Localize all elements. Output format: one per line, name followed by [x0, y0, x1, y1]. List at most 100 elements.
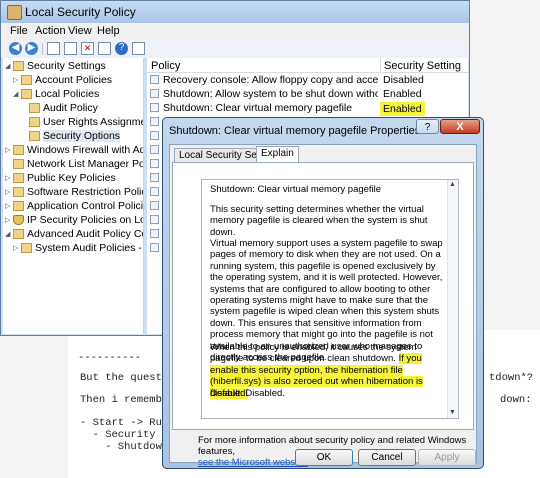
window-title: Local Security Policy [25, 5, 136, 19]
tree-item-security-settings[interactable]: ◢ Security Settings [5, 60, 106, 74]
policy-name: Recovery console: Allow floppy copy and … [163, 74, 378, 86]
collapsed-arrow-icon[interactable]: ▷ [13, 76, 21, 84]
tree-item-network-list-manager[interactable]: Network List Manager Polici [13, 158, 143, 172]
folder-icon [29, 131, 40, 142]
folder-icon [13, 187, 24, 198]
show-hide-tree-icon[interactable] [64, 42, 77, 55]
policy-name: Shutdown: Allow system to be shut down w… [163, 88, 378, 100]
window-titlebar[interactable]: Local Security Policy [1, 1, 469, 23]
policy-icon [150, 145, 159, 154]
tree-item-user-rights-assignment[interactable]: User Rights Assignment [29, 116, 143, 130]
explain-tab-panel: Shutdown: Clear virtual memory pagefile … [172, 162, 474, 430]
tree-item-software-restriction[interactable]: ▷Software Restriction Policies [5, 186, 143, 200]
back-icon[interactable]: ◀ [9, 42, 22, 55]
menu-view[interactable]: View [68, 25, 92, 37]
shield-icon [13, 215, 24, 226]
policy-icon [150, 243, 159, 252]
policy-icon [150, 159, 159, 168]
folder-icon [13, 61, 24, 72]
collapsed-arrow-icon[interactable]: ▷ [5, 174, 13, 182]
collapsed-arrow-icon[interactable]: ▷ [5, 188, 13, 196]
ok-button[interactable]: OK [295, 449, 353, 466]
explain-default: Default: Disabled. [210, 388, 285, 399]
menu-file[interactable]: File [10, 25, 28, 37]
up-folder-icon[interactable] [47, 42, 60, 55]
tree-item-windows-firewall[interactable]: ▷ Windows Firewall with Adva [5, 144, 143, 158]
microsoft-website-link[interactable]: see the Microsoft website. [198, 457, 308, 468]
policy-icon [150, 75, 159, 84]
expanded-arrow-icon[interactable]: ◢ [13, 90, 21, 98]
folder-icon [13, 145, 24, 156]
scroll-down-icon[interactable]: ▼ [449, 409, 456, 416]
policy-icon [150, 201, 159, 210]
tree-item-ip-security[interactable]: ▷IP Security Policies on Local [5, 214, 143, 228]
tab-explain[interactable]: Explain [256, 146, 299, 163]
dialog-body: Local Security Setting Explain Shutdown:… [169, 144, 477, 468]
export-list-icon[interactable] [132, 42, 145, 55]
menu-help[interactable]: Help [97, 25, 120, 37]
tree-item-application-control[interactable]: ▷ Application Control Policies [5, 200, 143, 214]
column-divider[interactable] [380, 58, 381, 72]
policy-icon [150, 131, 159, 140]
help-icon[interactable]: ? [115, 42, 128, 55]
policy-row-selected[interactable]: Shutdown: Clear virtual memory pagefile … [147, 101, 468, 116]
explain-text-box[interactable]: Shutdown: Clear virtual memory pagefile … [201, 179, 459, 419]
toolbar: ◀ ▶ ✕ ? [1, 40, 469, 59]
tree-item-public-key-policies[interactable]: ▷ Public Key Policies [5, 172, 116, 186]
policy-icon [150, 117, 159, 126]
tree-pane: ◢ Security Settings ▷ Account Policies ◢ Lo… [3, 58, 144, 334]
collapsed-arrow-icon[interactable]: ▷ [5, 146, 13, 154]
delete-icon[interactable]: ✕ [81, 42, 94, 55]
explain-sentence: When this policy is enabled, it causes t… [210, 342, 417, 365]
policy-row[interactable]: Shutdown: Allow system to be shut down w… [147, 87, 468, 101]
doc-fragment: down: [500, 394, 532, 406]
properties-icon[interactable] [98, 42, 111, 55]
folder-icon [13, 201, 24, 212]
dialog-title: Shutdown: Clear virtual memory pagefile … [169, 125, 421, 137]
folder-icon [29, 117, 40, 128]
forward-icon[interactable]: ▶ [25, 42, 38, 55]
scroll-up-icon[interactable]: ▲ [449, 181, 456, 188]
close-button[interactable]: X [440, 119, 480, 134]
folder-icon [21, 243, 32, 254]
tree-item-security-options[interactable]: Security Options [29, 130, 121, 144]
cancel-button[interactable]: Cancel [358, 449, 416, 466]
policy-icon [150, 173, 159, 182]
tree-item-system-audit[interactable]: ▷System Audit Policies - Lo [13, 242, 143, 256]
explain-heading: Shutdown: Clear virtual memory pagefile [210, 184, 382, 195]
explain-paragraph: This security setting determines whether… [210, 204, 428, 238]
policy-icon [150, 89, 159, 98]
list-header: Policy Security Setting [147, 58, 468, 73]
collapsed-arrow-icon[interactable]: ▷ [13, 244, 21, 252]
collapsed-arrow-icon[interactable]: ▷ [5, 216, 13, 224]
column-header-policy[interactable]: Policy [151, 60, 180, 72]
menu-action[interactable]: Action [35, 25, 66, 37]
expanded-arrow-icon[interactable]: ◢ [5, 62, 13, 70]
doc-line: ---------- [78, 352, 142, 364]
tree-item-account-policies[interactable]: ▷ Account Policies [13, 74, 112, 88]
folder-icon [13, 159, 24, 170]
properties-dialog: Shutdown: Clear virtual memory pagefile … [162, 117, 484, 469]
policy-name: Shutdown: Clear virtual memory pagefile [163, 102, 353, 114]
tree-item-local-policies[interactable]: ◢ Local Policies [13, 88, 99, 102]
doc-line: - Shutdown: [80, 441, 175, 453]
tree-item-advanced-audit[interactable]: ◢Advanced Audit Policy Config [5, 228, 143, 242]
column-header-setting[interactable]: Security Setting [384, 60, 461, 72]
policy-setting-highlighted: Enabled [380, 102, 425, 116]
apply-button[interactable]: Apply [418, 449, 476, 466]
policy-row[interactable]: Recovery console: Allow floppy copy and … [147, 73, 468, 87]
expanded-arrow-icon[interactable]: ◢ [5, 230, 13, 238]
folder-icon [13, 229, 24, 240]
folder-icon [21, 75, 32, 86]
scrollbar[interactable]: ▲ ▼ [447, 180, 458, 418]
tree-item-audit-policy[interactable]: Audit Policy [29, 102, 98, 116]
policy-setting: Disabled [383, 74, 424, 86]
collapsed-arrow-icon[interactable]: ▷ [5, 202, 13, 210]
folder-icon [13, 173, 24, 184]
doc-fragment: tdown*? [489, 372, 534, 384]
policy-icon [150, 103, 159, 112]
help-button[interactable]: ? [416, 119, 439, 134]
folder-icon [29, 103, 40, 114]
folder-icon [21, 89, 32, 100]
policy-icon [150, 229, 159, 238]
